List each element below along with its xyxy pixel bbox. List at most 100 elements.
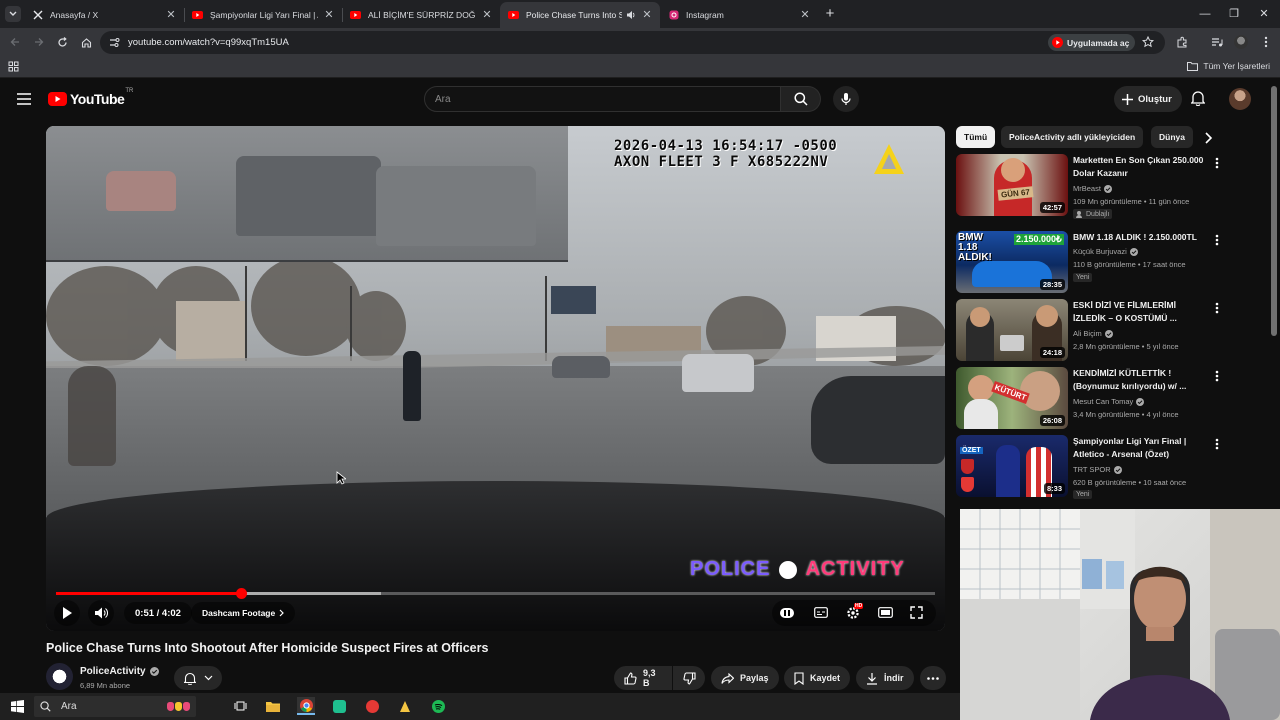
browser-tab-x[interactable]: Anasayfa / X ✕ [24,2,184,28]
apps-grid-icon[interactable] [8,61,19,72]
forward-icon[interactable] [31,34,47,50]
video-thumbnail[interactable]: ÖZET 8:33 [956,435,1068,497]
related-video-channel[interactable]: MrBeast [1073,184,1112,193]
voice-search-button[interactable] [833,86,859,112]
chrome-icon[interactable] [297,697,315,715]
minimize-window-icon[interactable]: ― [1197,6,1213,22]
search-icon [793,92,808,106]
address-bar[interactable]: youtube.com/watch?v=q99xqTm15UA Uygulama… [100,31,1165,54]
related-video-channel[interactable]: Ali Biçim [1073,329,1113,338]
save-button[interactable]: Kaydet [784,666,851,690]
youtube-header: YouTube TR Ara Oluştur [0,78,1270,120]
related-video-channel[interactable]: Küçük Burjuvazi [1073,247,1138,256]
video-thumbnail[interactable]: GÜN 67 42:57 [956,154,1068,216]
subtitles-icon[interactable] [814,607,828,618]
chapter-button[interactable]: Dashcam Footage [191,602,296,624]
related-video-channel[interactable]: TRT SPOR [1073,465,1122,474]
download-button[interactable]: İndir [856,666,914,690]
browser-tab-police-chase[interactable]: Police Chase Turns Into Sho ✕ [500,2,660,28]
speaker-icon[interactable] [626,10,636,20]
dislike-button[interactable] [673,666,705,690]
more-vertical-icon[interactable] [1212,369,1222,383]
related-video-channel[interactable]: Mesut Can Tomay [1073,397,1145,406]
related-video-card[interactable]: ÖZET 8:33 Şampiyonlar Ligi Yarı Final | … [956,435,1226,499]
related-video-title[interactable]: ESKİ DİZİ VE FİLMLERİMİ İZLEDİK – O KOST… [1073,299,1209,325]
create-button[interactable]: Oluştur [1114,86,1182,112]
chip-from-uploader[interactable]: PoliceActivity adlı yükleyiciden [1001,126,1144,148]
close-tab-icon[interactable]: ✕ [324,10,334,21]
like-button[interactable]: 9,3 B [614,666,672,690]
site-info-icon[interactable] [109,37,120,48]
file-explorer-icon[interactable] [264,697,282,715]
theater-mode-icon[interactable] [878,607,893,618]
channel-avatar[interactable] [46,663,73,690]
mute-button[interactable] [88,600,114,626]
more-vertical-icon[interactable] [1212,437,1222,451]
close-tab-icon[interactable]: ✕ [166,10,176,21]
page-scrollbar[interactable] [1271,86,1277,336]
app-yellow-icon[interactable] [396,697,414,715]
chevron-right-icon[interactable] [1200,130,1216,146]
account-avatar[interactable] [1229,88,1251,110]
progress-bar[interactable] [56,588,935,599]
taskbar-search-box[interactable]: Ara [34,696,196,717]
restore-window-icon[interactable]: ❐ [1226,6,1242,22]
more-vertical-icon[interactable] [1212,156,1222,170]
new-tab-button[interactable]: + [822,6,838,22]
tab-search-button[interactable] [5,6,21,22]
browser-tab-ali-bicim[interactable]: ALİ BİÇİM'E SÜRPRİZ DOĞUM G ✕ [342,2,500,28]
open-in-app-label: Uygulamada aç [1067,37,1130,48]
video-thumbnail[interactable]: 24:18 [956,299,1068,361]
task-view-icon[interactable] [231,697,249,715]
related-video-card[interactable]: 24:18 ESKİ DİZİ VE FİLMLERİMİ İZLEDİK – … [956,299,1226,363]
channel-name-link[interactable]: PoliceActivity [80,666,159,677]
all-bookmarks-button[interactable]: Tüm Yer İşaretleri [1187,61,1270,71]
app-green-icon[interactable] [330,697,348,715]
close-window-icon[interactable]: ✕ [1256,6,1272,22]
search-button[interactable] [781,86,821,112]
profile-icon[interactable] [1233,34,1249,50]
settings-gear-icon[interactable]: HD [846,603,864,620]
search-input[interactable]: Ara [424,86,781,112]
more-vertical-icon[interactable] [1212,301,1222,315]
spotify-icon[interactable] [429,697,447,715]
related-video-card[interactable]: KÜTÜRT 26:08 KENDİMİZİ KÜTLETTİK ! (Boyn… [956,367,1226,431]
related-video-title[interactable]: Şampiyonlar Ligi Yarı Final | Atletico -… [1073,435,1209,461]
close-tab-icon[interactable]: ✕ [800,10,810,21]
chip-all[interactable]: Tümü [956,126,996,148]
video-thumbnail[interactable]: KÜTÜRT 26:08 [956,367,1068,429]
notifications-bell-icon[interactable] [1191,90,1205,106]
subscription-notifications-button[interactable] [174,666,222,690]
chip-world[interactable]: Dünya [1151,126,1193,148]
close-tab-icon[interactable]: ✕ [642,10,652,21]
fullscreen-icon[interactable] [910,606,923,619]
related-video-title[interactable]: Marketten En Son Çıkan 250.000 Dolar Kaz… [1073,154,1209,180]
progress-scrubber-handle[interactable] [235,588,247,599]
browser-tab-instagram[interactable]: Instagram ✕ [660,2,818,28]
home-icon[interactable] [78,34,94,50]
more-vertical-icon[interactable] [1212,233,1222,247]
play-button[interactable] [54,600,80,626]
related-video-title[interactable]: BMW 1.18 ALDIK ! 2.150.000TL [1073,231,1209,244]
autoplay-toggle[interactable] [780,608,794,618]
more-actions-button[interactable] [920,666,946,690]
related-video-title[interactable]: KENDİMİZİ KÜTLETTİK ! (Boynumuz kırılıyo… [1073,367,1209,393]
back-icon[interactable] [7,34,23,50]
related-video-card[interactable]: GÜN 67 42:57 Marketten En Son Çıkan 250.… [956,154,1226,219]
close-tab-icon[interactable]: ✕ [482,10,492,21]
extensions-icon[interactable] [1174,34,1190,50]
video-thumbnail[interactable]: BMW 1.18 ALDIK! 2.150.000₺ 28:35 [956,231,1068,293]
hamburger-menu-icon[interactable] [17,93,31,105]
youtube-logo[interactable]: YouTube TR [48,88,133,107]
reload-icon[interactable] [54,34,70,50]
share-button[interactable]: Paylaş [711,666,779,690]
windows-start-icon[interactable] [8,697,26,715]
browser-menu-icon[interactable] [1258,34,1274,50]
browser-tab-champions-league[interactable]: Şampiyonlar Ligi Yarı Final | Atle ✕ [184,2,342,28]
bookmark-star-icon[interactable] [1142,36,1154,48]
related-video-card[interactable]: BMW 1.18 ALDIK! 2.150.000₺ 28:35 BMW 1.1… [956,231,1226,295]
video-player[interactable]: 2026-04-13 16:54:17 -0500 AXON FLEET 3 F… [46,126,945,631]
app-red-icon[interactable] [363,697,381,715]
open-in-app-button[interactable]: Uygulamada aç [1048,34,1136,51]
media-controls-icon[interactable] [1209,34,1225,50]
